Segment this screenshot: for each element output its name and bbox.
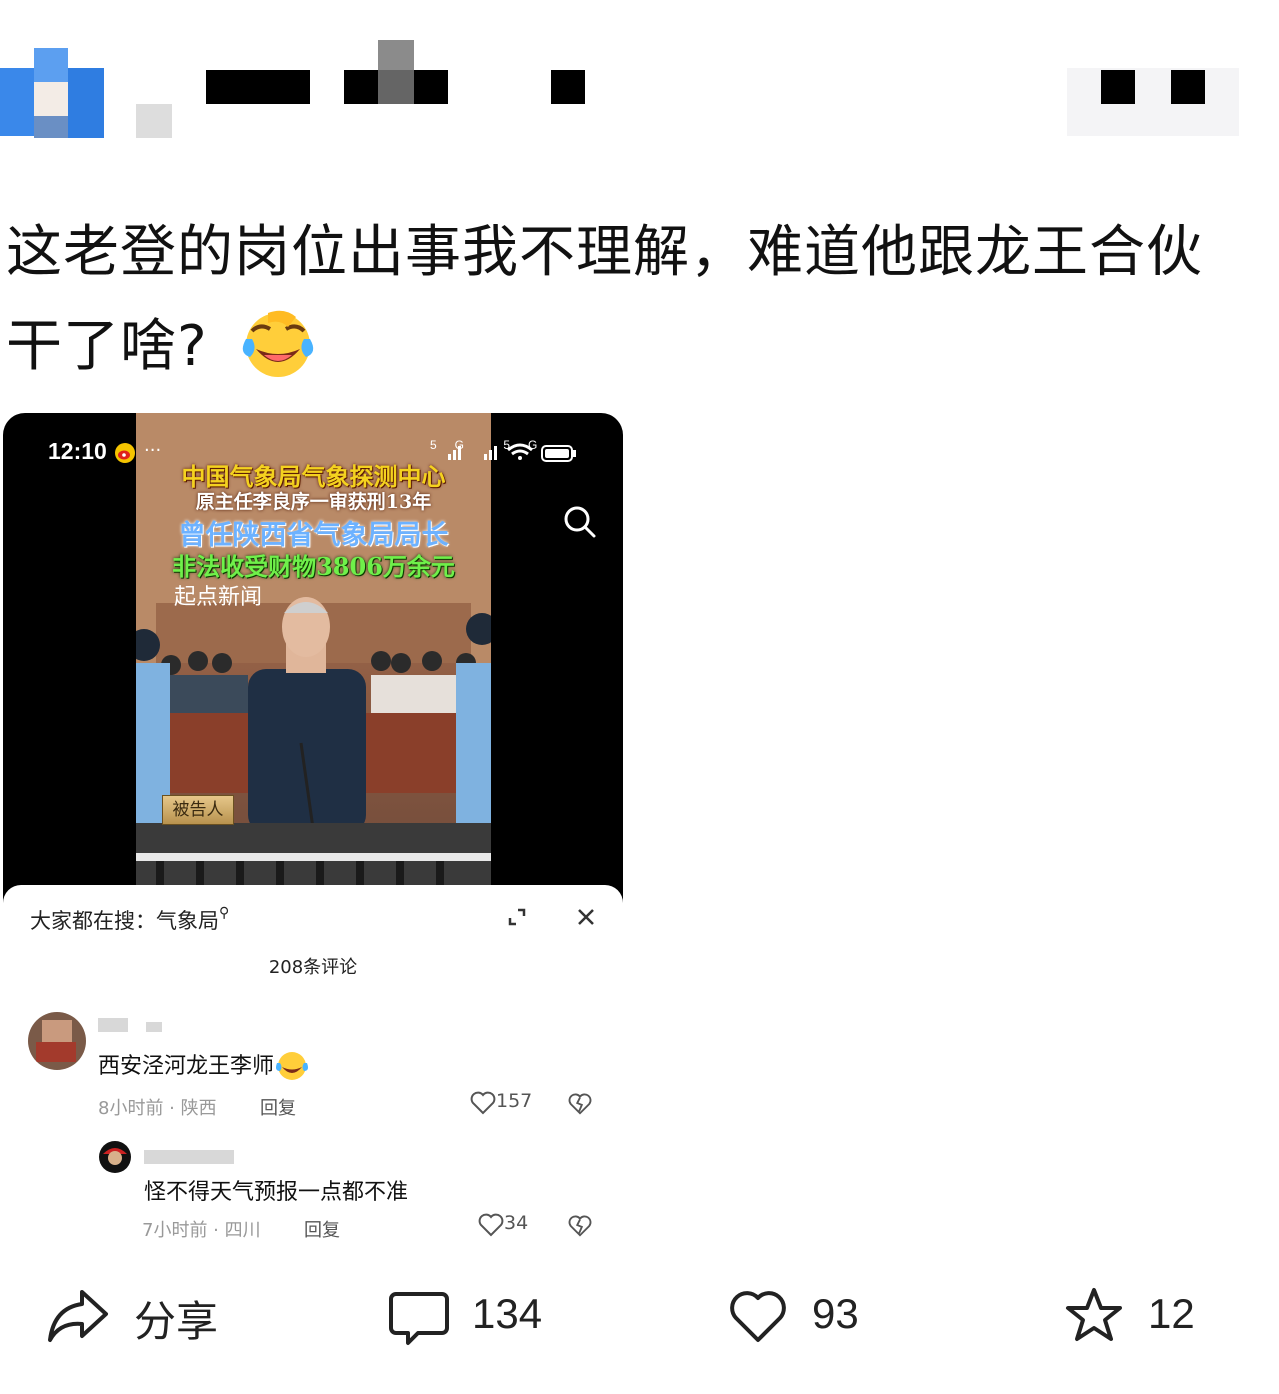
comment-icon — [389, 1292, 449, 1345]
comment-button[interactable]: 134 — [388, 1284, 588, 1348]
weibo-icon — [114, 442, 136, 464]
favorite-button[interactable]: 12 — [1064, 1284, 1224, 1348]
trending-search-term[interactable]: 气象局 — [156, 909, 219, 933]
follow-button-redacted[interactable] — [1067, 68, 1239, 136]
share-label: 分享 — [134, 1297, 219, 1346]
rofl-emoji-icon — [238, 309, 318, 379]
post-text-line-2: 干了啥? — [6, 300, 1256, 394]
video-headline-4: 非法收受财物3806万余元 — [172, 552, 455, 581]
defendant-label: 被告人 — [162, 795, 234, 825]
author-name-redacted[interactable] — [136, 40, 596, 140]
search-icon[interactable] — [562, 504, 598, 540]
comment-count: 208条评论 — [268, 957, 358, 978]
post-text-line-1: 这老登的岗位出事我不理解，难道他跟龙王合伙 — [6, 220, 1203, 285]
status-time: 12:10 — [48, 438, 107, 464]
trending-search[interactable]: 大家都在搜：气象局⚲ — [30, 905, 229, 935]
reply-text: 怪不得天气预报一点都不准 — [144, 1180, 409, 1205]
like-button[interactable]: 93 — [728, 1284, 908, 1348]
heart-icon — [470, 1091, 496, 1114]
reply-button[interactable]: 回复 — [260, 1094, 296, 1120]
comment-text: 西安泾河龙王李师 — [98, 1048, 310, 1083]
rofl-emoji-icon — [274, 1049, 310, 1081]
expand-icon[interactable] — [505, 905, 529, 929]
dislike-icon[interactable] — [568, 1092, 592, 1120]
star-icon — [1066, 1288, 1122, 1341]
dislike-icon[interactable] — [568, 1214, 592, 1242]
heart-icon — [730, 1291, 786, 1342]
video-frame[interactable]: 中国气象局气象探测中心 原主任李良序一审获刑13年 曾任陕西省气象局局长 非法收… — [136, 413, 491, 885]
signal-wifi-battery-icon — [448, 443, 576, 462]
video-headline-2: 原主任李良序一审获刑13年 — [195, 491, 432, 513]
status-dots: ··· — [144, 440, 162, 461]
favorite-count-label: 12 — [1148, 1290, 1195, 1337]
post-text: 这老登的岗位出事我不理解，难道他跟龙王合伙 干了啥? — [6, 206, 1256, 394]
heart-icon — [478, 1213, 504, 1236]
share-button[interactable]: 分享 — [46, 1284, 246, 1348]
trending-search-prefix: 大家都在搜： — [30, 909, 156, 933]
comment-count-label: 134 — [472, 1290, 543, 1337]
comment-like-button[interactable]: 157 — [470, 1090, 532, 1120]
video-source: 起点新闻 — [174, 585, 263, 610]
reply-like-button[interactable]: 34 — [478, 1212, 528, 1242]
search-small-icon: ⚲ — [219, 905, 230, 921]
close-icon[interactable] — [574, 905, 598, 929]
like-count-label: 93 — [812, 1290, 859, 1337]
share-icon — [48, 1290, 108, 1342]
comment-meta: 8小时前 · 陕西 — [98, 1098, 217, 1119]
reply-meta: 7小时前 · 四川 — [142, 1220, 261, 1241]
commenter-avatar[interactable] — [28, 1012, 86, 1070]
reply-reply-button[interactable]: 回复 — [304, 1216, 340, 1242]
status-network: 5G 5G — [430, 438, 580, 466]
commenter-name-redacted[interactable] — [98, 1016, 168, 1036]
reply-avatar[interactable] — [98, 1140, 132, 1174]
replier-name-redacted[interactable] — [144, 1146, 244, 1166]
author-avatar[interactable] — [0, 48, 104, 138]
